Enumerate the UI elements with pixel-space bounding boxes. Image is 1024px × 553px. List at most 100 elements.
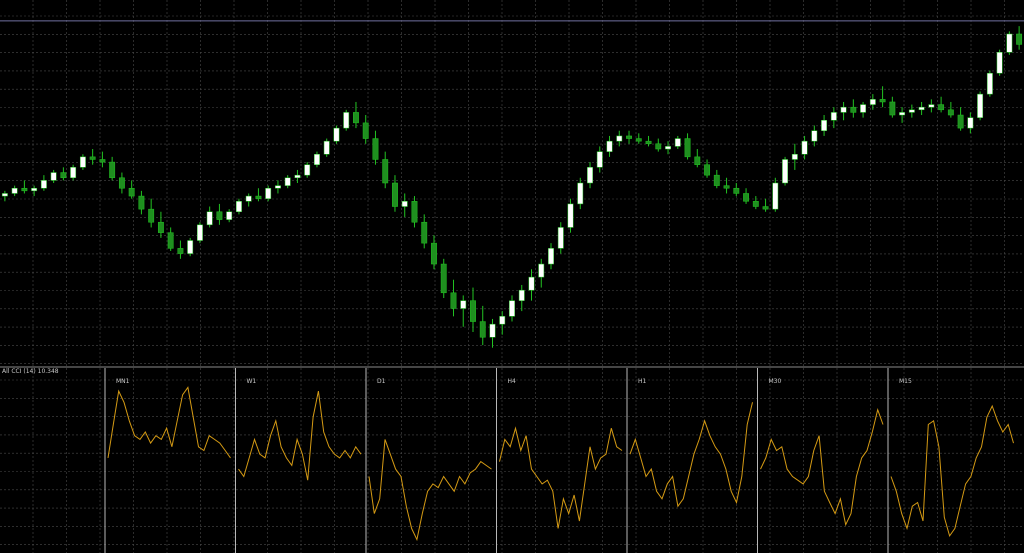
candle-body [733,187,740,194]
cci-line [238,391,362,481]
candle-body [918,106,925,111]
candle-body [704,164,710,176]
candle-body [236,201,242,213]
candle-body [694,156,701,165]
candle-body [431,242,437,265]
candle-body [801,140,808,155]
candle-body [645,140,652,145]
candle-body [89,156,96,160]
candle-body [635,138,642,142]
candle-body [772,182,779,210]
cci-line [890,404,1014,538]
candle-body [460,300,467,309]
candle-body [304,164,311,176]
candle-body [626,135,632,139]
candle-body [323,140,330,155]
candle-body [567,203,574,228]
segment-label: D1 [377,378,386,385]
candle-body [118,177,125,189]
candle-body [372,138,379,160]
candlestick-series [1,26,1023,348]
candle-body [616,135,623,142]
candle-body [548,248,554,265]
indicator-grid [0,368,1024,553]
candle-body [684,138,691,158]
candle-body [60,172,67,179]
cci-line [499,426,623,529]
candle-body [11,187,18,194]
candle-body [587,167,593,184]
candle-body [752,201,759,207]
chart-window: All CCI (14) 10.348 MN1 W1 D1 H4 H1 M30 M15 [0,0,1024,553]
candle-body [265,187,272,199]
candle-body [392,182,398,207]
candle-body [850,106,857,113]
candle-body [509,300,515,317]
candle-body [479,321,486,338]
candle-body [762,206,769,210]
trading-chart[interactable]: All CCI (14) 10.348 MN1 W1 D1 H4 H1 M30 M15 [0,0,1024,553]
candle-body [947,109,954,116]
candle-body [528,276,535,291]
candle-body [31,187,38,192]
candle-body [333,127,340,142]
candle-body [216,211,223,220]
candle-body [957,114,964,129]
candle-body [109,161,116,179]
candle-body [869,99,876,105]
candle-body [811,130,818,142]
candle-body [596,151,603,168]
candle-body [928,104,935,108]
cci-series: MN1 W1 D1 H4 H1 M30 M15 [104,368,1014,553]
candle-body [821,120,828,131]
candle-body [1006,33,1013,53]
candle-body [499,316,506,325]
cci-line [629,402,753,508]
candle-body [606,140,613,152]
candle-body [908,109,915,113]
candle-body [40,180,47,189]
candle-body [70,167,77,179]
candle-body [382,159,389,184]
segment-label: W1 [247,378,257,385]
candle-body [421,221,428,244]
candle-body [889,101,896,116]
candle-body [343,112,350,129]
candle-body [353,112,359,124]
candle-body [489,323,496,338]
candle-body [177,248,184,254]
candle-body [713,174,720,186]
candle-body [830,112,837,121]
candle-body [1,193,8,197]
candle-body [655,143,662,150]
candle-body [557,227,564,249]
candle-body [245,195,252,202]
candle-body [275,185,281,189]
candle-body [167,232,174,249]
candle-body [50,172,57,181]
segment-label: M30 [769,378,782,385]
candle-body [538,263,545,278]
candle-body [938,104,945,111]
candle-body [782,159,788,184]
indicator-label: All CCI (14) 10.348 [2,368,59,375]
segment-label: H4 [508,378,517,385]
candle-body [196,224,203,241]
candle-body [879,99,886,103]
candle-body [743,193,749,202]
candle-body [148,208,155,223]
candle-body [791,153,798,160]
candle-body [99,159,106,163]
candle-body [967,117,974,129]
candle-body [518,289,525,301]
candle-body [138,195,145,210]
candle-body [977,93,984,118]
candle-body [723,185,730,189]
candle-body [450,292,457,309]
candle-body [860,104,867,113]
candle-body [79,156,86,168]
candle-body [440,263,447,294]
candle-body [21,187,28,192]
candle-body [226,211,233,220]
cci-line [107,386,231,459]
